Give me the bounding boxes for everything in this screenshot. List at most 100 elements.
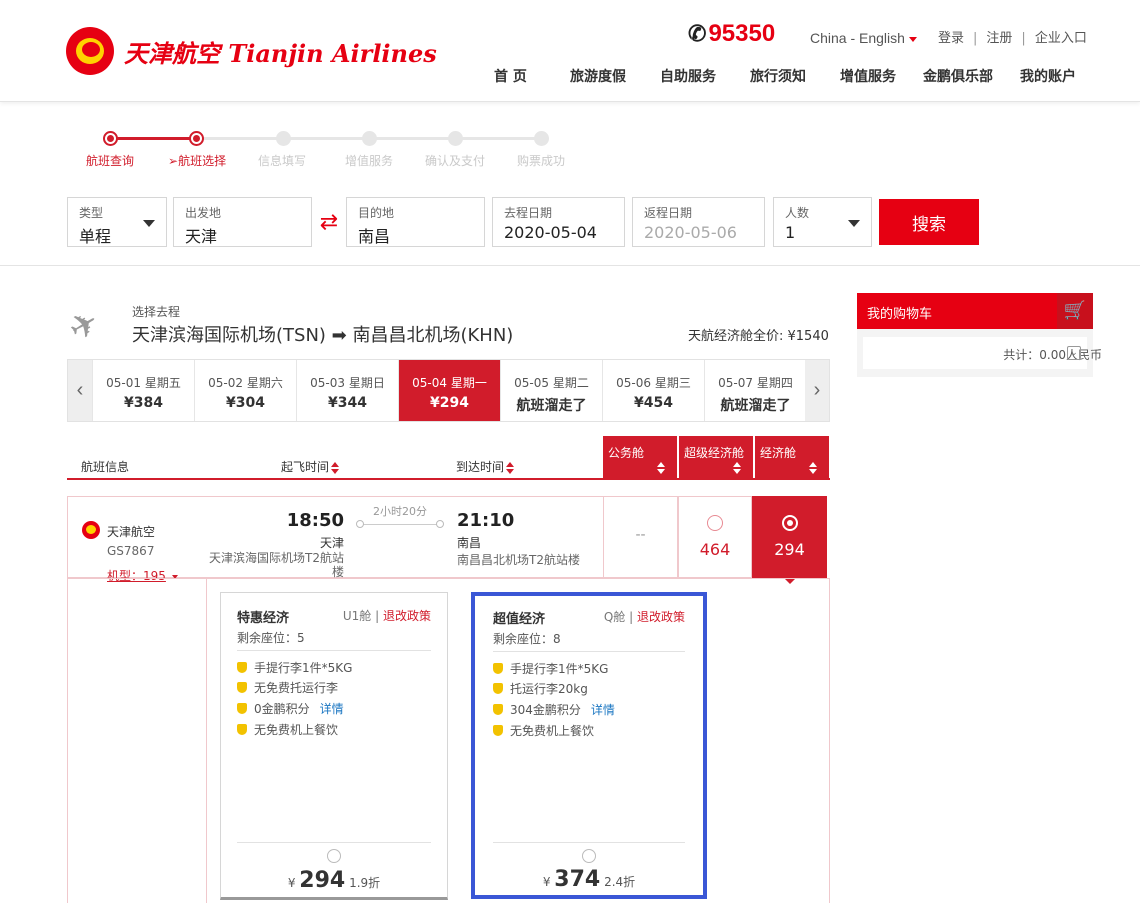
col-business[interactable]: 公务舱 [603, 436, 677, 480]
return-date-input[interactable]: 返程日期 2020-05-06 [632, 197, 765, 247]
nav-club[interactable]: 金鹏俱乐部 [923, 66, 993, 86]
date-label: 05-03 星期日 [310, 376, 385, 390]
shield-icon [237, 703, 247, 714]
divider [237, 842, 431, 843]
cart-title: 我的购物车 [867, 307, 933, 322]
divider [493, 651, 685, 652]
date-option[interactable]: 05-02 星期六 ¥304 [194, 360, 296, 421]
separator: | [1021, 31, 1026, 46]
register-link[interactable]: 注册 [986, 31, 1012, 46]
date-option-selected[interactable]: 05-04 星期一 ¥294 [398, 360, 500, 421]
points-detail-link[interactable]: 详情 [320, 702, 344, 716]
cart-icon[interactable]: 🛒 [1057, 293, 1093, 329]
fare-radio[interactable] [327, 849, 341, 863]
nav-travel[interactable]: 旅游度假 [570, 66, 626, 86]
date-option[interactable]: 05-07 星期四 航班溜走了 [704, 360, 806, 421]
col-depart-time[interactable]: 起飞时间 [281, 458, 340, 475]
fare-feature: 无免费机上餐饮 [493, 722, 594, 739]
nav-home[interactable]: 首 页 [494, 66, 527, 86]
trip-type-select[interactable]: 类型 单程 [67, 197, 167, 247]
fare-name: 特惠经济 [237, 611, 290, 626]
col-super-economy[interactable]: 超级经济舱 [679, 436, 753, 480]
feature-text: 无免费机上餐饮 [510, 724, 595, 738]
fare-card-discount[interactable]: 特惠经济 U1舱 | 退改政策 剩余座位：5 手提行李1件*5KG 无免费托运行… [220, 592, 448, 900]
business-cell: -- [603, 496, 678, 578]
refund-policy-link[interactable]: 退改政策 [637, 610, 685, 624]
super-economy-cell[interactable]: 464 [678, 496, 752, 578]
arrive-time: 21:10 [457, 510, 515, 531]
nav-travel-info[interactable]: 旅行须知 [750, 66, 806, 86]
fare-discount: 2.4折 [604, 875, 636, 889]
fare-feature: 无免费托运行李 [237, 679, 338, 696]
fare-class: Q舱 [603, 610, 626, 624]
economy-cell-selected[interactable]: 294 [752, 496, 827, 578]
col-economy[interactable]: 经济舱 [755, 436, 829, 480]
business-unavailable: -- [635, 527, 646, 543]
seats-remaining: 剩余座位：8 [493, 632, 561, 646]
refund-policy-link[interactable]: 退改政策 [383, 609, 431, 623]
login-link[interactable]: 登录 [938, 31, 964, 46]
col-arrive-label: 到达时间 [456, 460, 505, 474]
date-option[interactable]: 05-05 星期二 航班溜走了 [500, 360, 602, 421]
enterprise-link[interactable]: 企业入口 [1035, 31, 1087, 46]
col-arrive-time[interactable]: 到达时间 [456, 458, 515, 475]
date-option[interactable]: 05-03 星期日 ¥344 [296, 360, 398, 421]
points-detail-link[interactable]: 详情 [591, 703, 615, 717]
passenger-count-select[interactable]: 人数 1 [773, 197, 872, 247]
return-date-label: 返程日期 [644, 206, 693, 220]
destination-input[interactable]: 目的地 南昌 [346, 197, 485, 247]
cart-total: 共计：0.00人民币 [1003, 348, 1102, 362]
fare-price-value: 374 [554, 867, 601, 892]
arrive-airport: 南昌昌北机场T2航站楼 [457, 553, 580, 567]
cabin-label: 经济舱 [760, 446, 797, 460]
date-price: 航班溜走了 [516, 398, 587, 414]
fare-card-value[interactable]: 超值经济 Q舱 | 退改政策 剩余座位：8 手提行李1件*5KG 托运行李20k… [471, 592, 707, 899]
hotline: ✆95350 [688, 20, 775, 48]
divider [493, 842, 685, 843]
sort-icon [506, 461, 515, 474]
fare-radio[interactable] [582, 849, 596, 863]
col-depart-label: 起飞时间 [281, 460, 330, 474]
nav-account[interactable]: 我的账户 [1020, 66, 1076, 86]
top-links: 登录 | 注册 | 企业入口 [938, 27, 1087, 46]
airline-logo-icon[interactable] [66, 27, 114, 75]
date-option[interactable]: 05-01 星期五 ¥384 [92, 360, 194, 421]
origin-value: 天津 [185, 227, 218, 246]
fare-feature: 托运行李20kg [493, 680, 588, 697]
swap-cities-icon[interactable]: ⇄ [315, 210, 343, 236]
step-label-search[interactable]: 航班查询 [86, 152, 134, 169]
economy-radio[interactable] [781, 515, 798, 531]
step-line-done [110, 137, 196, 140]
destination-value: 南昌 [358, 227, 391, 246]
full-fare-price: 天航经济舱全价: ¥1540 [688, 329, 829, 344]
expand-cart-icon[interactable]: ⌄ [1067, 346, 1081, 360]
feature-text: 手提行李1件*5KG [254, 661, 353, 675]
depart-date-input[interactable]: 去程日期 2020-05-04 [492, 197, 625, 247]
destination-label: 目的地 [358, 206, 395, 220]
date-option[interactable]: 05-06 星期三 ¥454 [602, 360, 704, 421]
feature-text: 0金鹏积分 [254, 702, 310, 716]
feature-text: 无免费机上餐饮 [254, 723, 339, 737]
airplane-icon: ✈ [61, 301, 107, 351]
prev-dates-button[interactable]: ‹ [68, 360, 92, 421]
sort-icon [331, 461, 340, 474]
date-label: 05-02 星期六 [208, 376, 283, 390]
language-select[interactable]: China - English [810, 30, 917, 46]
current-step-arrow-icon: ➢ [168, 154, 179, 168]
fare-feature: 304金鹏积分 详情 [493, 701, 615, 718]
airline-logo-text[interactable]: 天津航空 Tianjin Airlines [124, 34, 437, 69]
origin-input[interactable]: 出发地 天津 [173, 197, 312, 247]
shopping-cart-header[interactable]: 我的购物车 🛒 [857, 293, 1093, 329]
trip-type-value: 单程 [79, 227, 112, 246]
feature-text: 无免费托运行李 [254, 681, 339, 695]
next-dates-button[interactable]: › [805, 360, 829, 421]
nav-value-added[interactable]: 增值服务 [840, 66, 896, 86]
flight-number: GS7867 [107, 544, 155, 558]
date-price: ¥304 [226, 395, 265, 411]
search-button[interactable]: 搜索 [879, 199, 979, 245]
shield-icon [237, 682, 247, 693]
depart-airport: 天津滨海国际机场T2航站楼 [209, 551, 344, 579]
super-economy-radio[interactable] [707, 515, 723, 531]
nav-self-service[interactable]: 自助服务 [660, 66, 716, 86]
phone-icon: ✆ [688, 21, 707, 46]
